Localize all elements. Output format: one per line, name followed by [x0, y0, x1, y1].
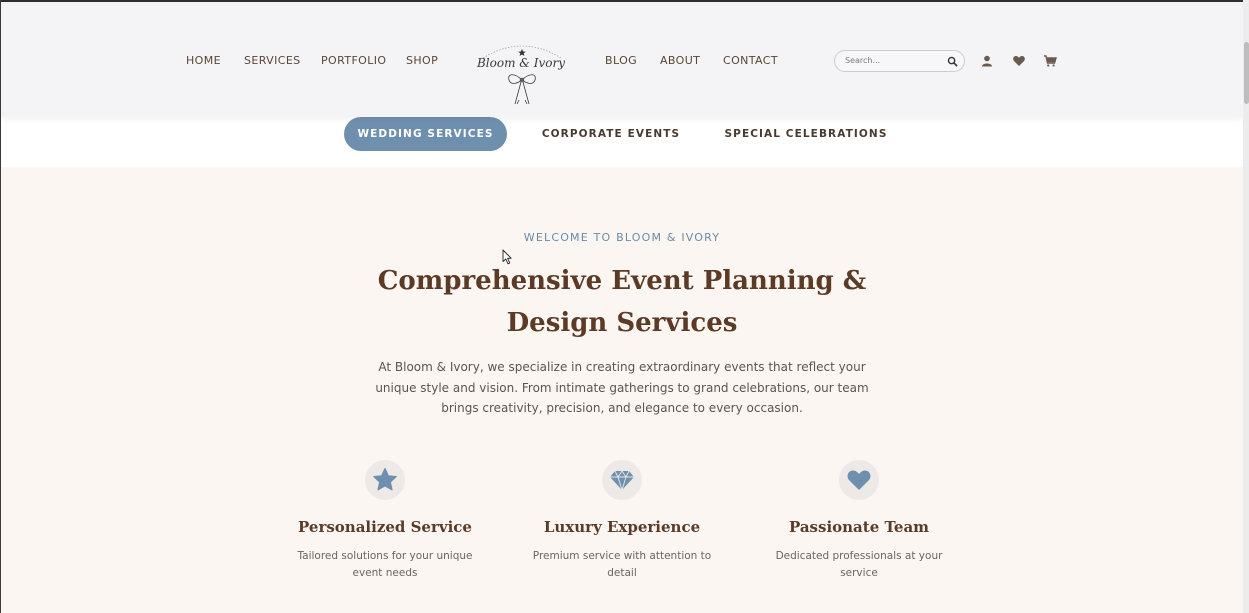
nav-blog[interactable]: BLOG [605, 54, 637, 67]
nav-services[interactable]: SERVICES [244, 54, 301, 67]
feature-description: Dedicated professionals at your service [775, 550, 943, 579]
tab-special-celebrations[interactable]: SPECIAL CELEBRATIONS [716, 117, 896, 151]
feature-icon-badge [602, 460, 642, 500]
nav-about[interactable]: ABOUT [660, 54, 700, 67]
tab-wedding-services[interactable]: WEDDING SERVICES [344, 117, 507, 151]
nav-portfolio[interactable]: PORTFOLIO [321, 54, 386, 67]
nav-home[interactable]: HOME [186, 54, 221, 67]
feature-description: Tailored solutions for your unique event… [297, 550, 473, 579]
star-icon [373, 467, 397, 491]
heart-icon [847, 470, 871, 490]
feature-icon-badge [839, 460, 879, 500]
tab-corporate-events[interactable]: CORPORATE EVENTS [531, 117, 691, 151]
mouse-cursor-icon [502, 249, 512, 265]
feature-personalized-service: Personalized Service Tailored solutions … [275, 460, 495, 582]
site-logo[interactable]: Bloom & Ivory [471, 36, 573, 108]
logo-text: Bloom & Ivory [476, 56, 566, 70]
feature-title: Passionate Team [788, 518, 930, 536]
diamond-icon [610, 470, 634, 492]
section-eyebrow: WELCOME TO BLOOM & IVORY [523, 231, 721, 244]
heart-icon[interactable] [1012, 54, 1026, 68]
window-top-border [0, 0, 1249, 2]
scrollbar[interactable] [1243, 0, 1249, 613]
cart-icon[interactable] [1043, 54, 1057, 68]
feature-passionate-team: Passionate Team Dedicated professionals … [749, 460, 969, 582]
feature-title: Luxury Experience [543, 518, 701, 536]
search-placeholder: Search... [845, 56, 881, 65]
search-icon[interactable] [947, 56, 958, 67]
service-tabs: WEDDING SERVICES CORPORATE EVENTS SPECIA… [1, 117, 1243, 167]
user-icon[interactable] [980, 54, 994, 68]
site-header: HOME SERVICES PORTFOLIO SHOP Bloom & Ivo… [1, 2, 1243, 117]
bow-icon [482, 45, 562, 105]
nav-shop[interactable]: SHOP [406, 54, 438, 67]
search-input[interactable]: Search... [834, 50, 965, 72]
scrollbar-thumb[interactable] [1244, 42, 1249, 104]
page-title: Comprehensive Event Planning & Design Se… [377, 266, 867, 338]
feature-icon-badge [365, 460, 405, 500]
feature-luxury-experience: Luxury Experience Premium service with a… [512, 460, 732, 582]
nav-contact[interactable]: CONTACT [723, 54, 778, 67]
feature-description: Premium service with attention to detail [532, 550, 712, 579]
feature-title: Personalized Service [298, 518, 472, 536]
intro-paragraph: At Bloom & Ivory, we specialize in creat… [375, 360, 869, 415]
window-left-border [0, 0, 1, 613]
